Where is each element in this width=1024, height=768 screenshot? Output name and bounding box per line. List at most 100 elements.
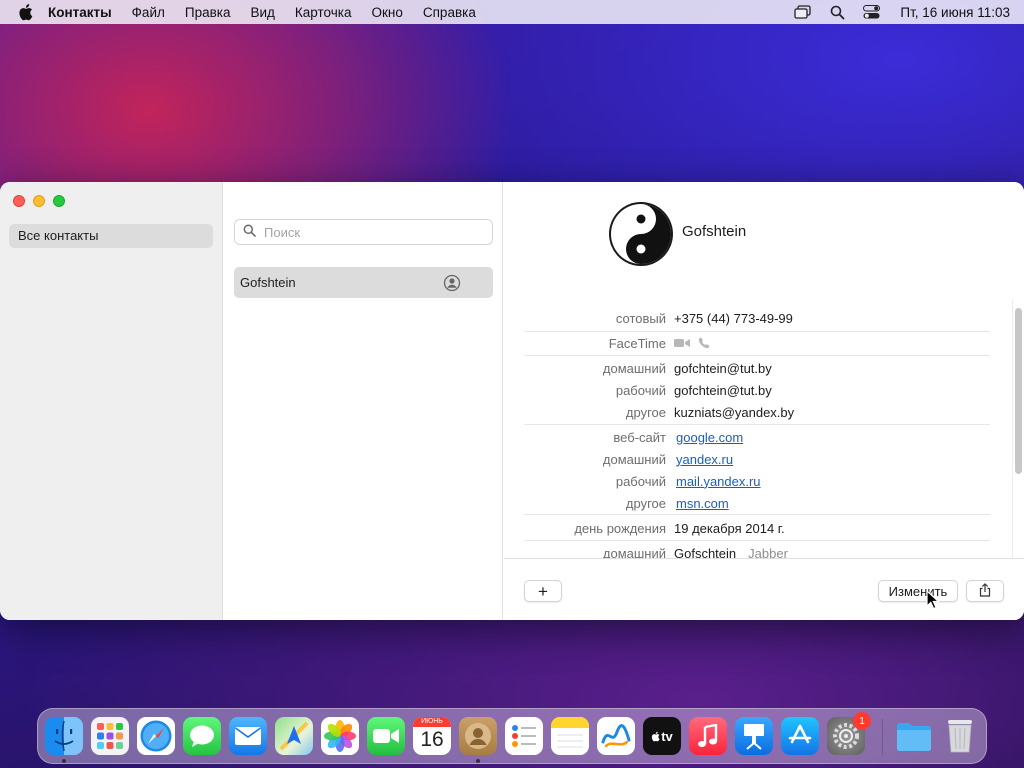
menu-window[interactable]: Окно	[372, 5, 403, 20]
field-label: другое	[625, 404, 666, 420]
field-url-home: домашний yandex.ru	[524, 448, 990, 470]
url-link[interactable]: yandex.ru	[676, 452, 733, 467]
apple-tv-icon[interactable]: tv	[643, 717, 681, 755]
email-value[interactable]: kuzniats@yandex.by	[674, 405, 794, 420]
calendar-icon[interactable]: ИЮНЬ 16	[413, 717, 451, 755]
menu-view[interactable]: Вид	[250, 5, 274, 20]
field-email-home: домашний gofchtein@tut.by	[524, 357, 990, 379]
contact-list-item-name: Gofshtein	[240, 275, 296, 290]
contact-avatar	[608, 201, 674, 267]
notes-icon[interactable]	[551, 717, 589, 755]
contact-list-item[interactable]: Gofshtein	[234, 267, 493, 298]
email-value[interactable]: gofchtein@tut.by	[674, 361, 772, 376]
add-button[interactable]: +	[524, 580, 562, 602]
menubar-clock[interactable]: Пт, 16 июня 11:03	[900, 5, 1010, 20]
safari-icon[interactable]	[137, 717, 175, 755]
field-label: рабочий	[615, 473, 666, 489]
system-settings-icon[interactable]: 1	[827, 712, 871, 755]
contact-detail-pane: Gofshtein сотовый +375 (44) 773-49-99 Fa…	[504, 182, 1024, 620]
menu-help[interactable]: Справка	[423, 5, 476, 20]
sidebar: Все контакты	[0, 182, 223, 620]
facetime-video-icon[interactable]	[674, 338, 690, 348]
dock-divider	[882, 719, 883, 755]
my-card-icon	[443, 274, 461, 292]
freeform-icon[interactable]	[597, 717, 635, 755]
contact-name-heading: Gofshtein	[682, 223, 747, 240]
launchpad-icon[interactable]	[91, 717, 129, 755]
window-controls	[13, 195, 73, 207]
control-center-icon[interactable]	[863, 5, 881, 19]
detail-toolbar: + Изменить	[504, 558, 1024, 620]
field-label: сотовый	[615, 310, 666, 326]
share-button[interactable]	[966, 580, 1004, 602]
divider	[524, 540, 990, 541]
calendar-day: 16	[420, 728, 444, 751]
reminders-icon[interactable]	[505, 717, 543, 755]
field-label: день рождения	[574, 520, 666, 536]
notification-badge: 1	[853, 712, 871, 730]
field-label: FaceTime	[608, 335, 666, 351]
email-value[interactable]: gofchtein@tut.by	[674, 383, 772, 398]
apple-tv-label: tv	[661, 728, 673, 744]
keynote-icon[interactable]	[735, 717, 773, 755]
maps-icon[interactable]	[275, 717, 313, 755]
trash-icon[interactable]	[941, 717, 979, 755]
sidebar-item-all-contacts[interactable]: Все контакты	[9, 224, 213, 248]
running-indicator	[62, 759, 66, 763]
menu-card[interactable]: Карточка	[295, 5, 352, 20]
search-field[interactable]: Поиск	[234, 219, 493, 245]
field-url-website: веб-сайт google.com	[524, 426, 990, 448]
birthday-value: 19 декабря 2014 г.	[674, 520, 785, 536]
mail-icon[interactable]	[229, 717, 267, 755]
menu-bar: Контакты Файл Правка Вид Карточка Окно С…	[0, 0, 1024, 24]
edit-button[interactable]: Изменить	[878, 580, 958, 602]
downloads-folder-icon[interactable]	[895, 717, 933, 755]
url-link[interactable]: msn.com	[676, 496, 729, 511]
divider	[524, 355, 990, 356]
search-placeholder: Поиск	[264, 224, 301, 240]
menu-app-name[interactable]: Контакты	[48, 5, 112, 20]
search-icon	[243, 224, 256, 240]
contacts-window: Все контакты Поиск Gofshtein Gofshtein с…	[0, 182, 1024, 620]
screen-mirroring-icon[interactable]	[794, 5, 812, 19]
calendar-month: ИЮНЬ	[413, 717, 451, 727]
phone-value[interactable]: +375 (44) 773-49-99	[674, 311, 793, 326]
field-label: другое	[625, 495, 666, 511]
photos-icon[interactable]	[321, 717, 359, 755]
field-email-work: рабочий gofchtein@tut.by	[524, 379, 990, 401]
field-email-other: другое kuzniats@yandex.by	[524, 401, 990, 423]
contact-list-pane: Поиск Gofshtein	[224, 182, 503, 620]
running-indicator	[476, 759, 480, 763]
zoom-button[interactable]	[53, 195, 65, 207]
field-label: домашний	[602, 360, 666, 376]
facetime-audio-icon[interactable]	[698, 337, 710, 349]
minimize-button[interactable]	[33, 195, 45, 207]
field-label: рабочий	[615, 382, 666, 398]
menu-file[interactable]: Файл	[132, 5, 165, 20]
field-birthday: день рождения 19 декабря 2014 г.	[524, 517, 990, 539]
menu-edit[interactable]: Правка	[185, 5, 231, 20]
scrollbar-thumb[interactable]	[1015, 308, 1022, 474]
field-mobile: сотовый +375 (44) 773-49-99	[524, 307, 990, 329]
share-icon	[979, 582, 991, 600]
field-facetime: FaceTime	[524, 332, 990, 354]
music-icon[interactable]	[689, 717, 727, 755]
field-label: веб-сайт	[613, 429, 666, 445]
field-url-work: рабочий mail.yandex.ru	[524, 470, 990, 492]
app-store-icon[interactable]	[781, 717, 819, 755]
close-button[interactable]	[13, 195, 25, 207]
divider	[524, 424, 990, 425]
mouse-cursor-icon	[926, 589, 941, 610]
url-link[interactable]: google.com	[676, 430, 743, 445]
plus-icon: +	[538, 581, 548, 601]
finder-icon[interactable]	[45, 717, 83, 755]
spotlight-search-icon[interactable]	[830, 5, 845, 20]
messages-icon[interactable]	[183, 717, 221, 755]
divider	[524, 514, 990, 515]
contacts-app-icon[interactable]	[459, 717, 497, 755]
dock: ИЮНЬ 16 tv 1	[37, 708, 987, 764]
field-url-other: другое msn.com	[524, 492, 990, 514]
facetime-icon[interactable]	[367, 717, 405, 755]
url-link[interactable]: mail.yandex.ru	[676, 474, 761, 489]
apple-menu-icon[interactable]	[18, 3, 36, 21]
